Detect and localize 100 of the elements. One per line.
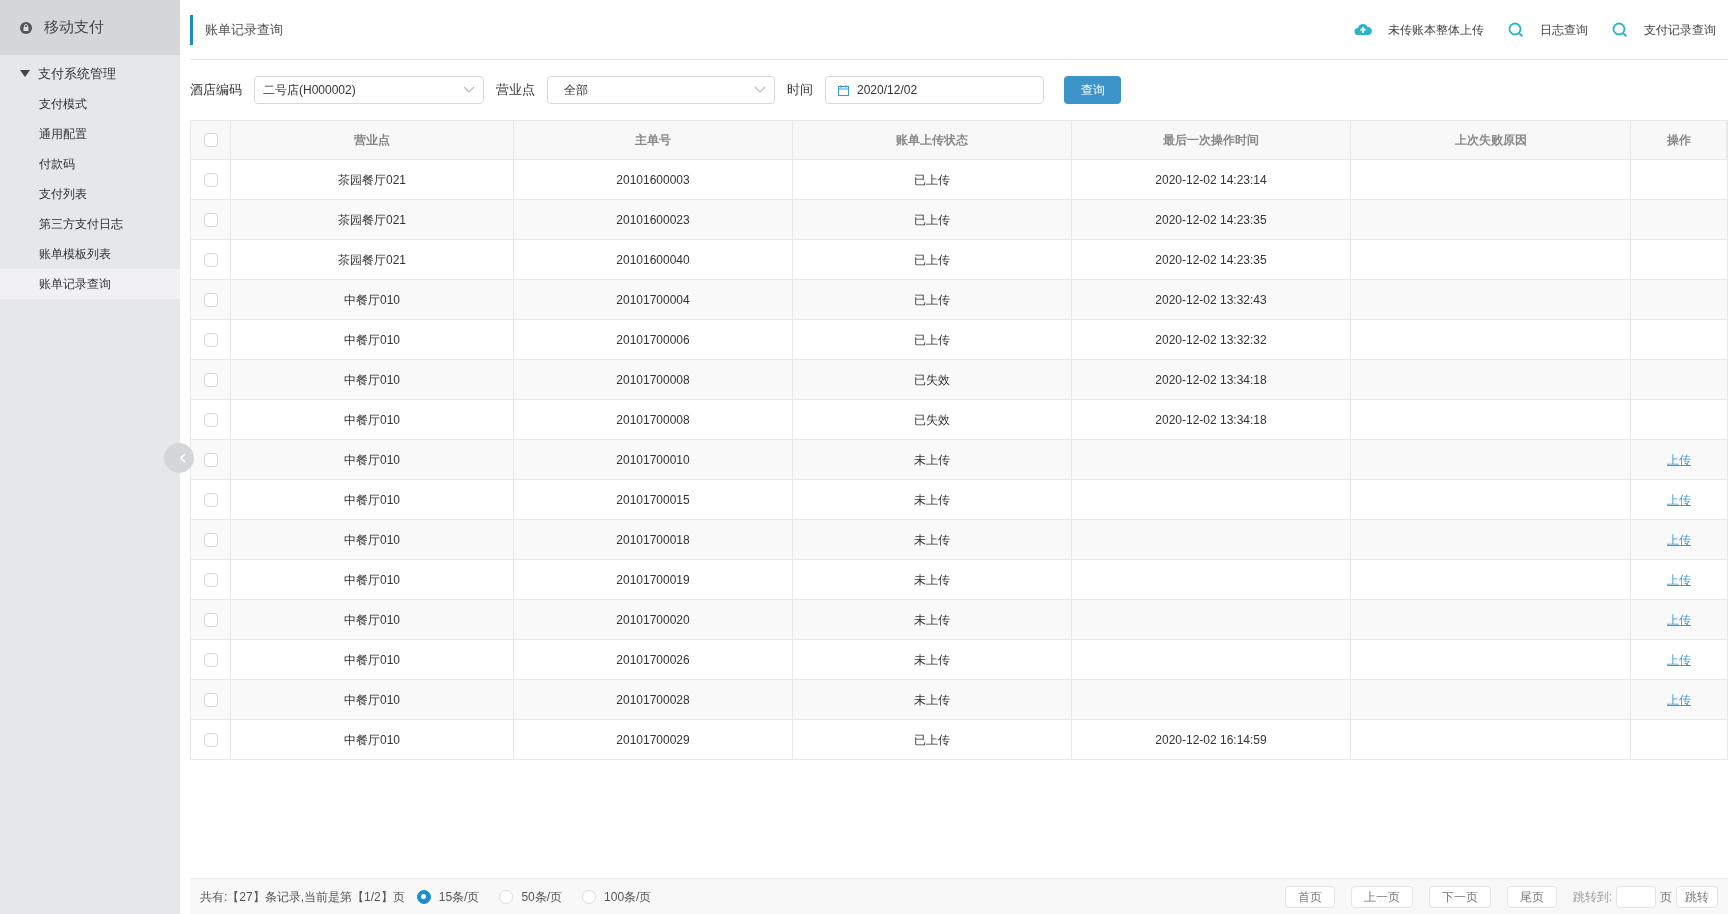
table-cell-text: 20101600023 xyxy=(616,211,690,229)
outlet-select[interactable]: 全部 xyxy=(547,76,775,104)
table-cell-text: 中餐厅010 xyxy=(344,331,400,349)
menu-group[interactable]: 支付系统管理 xyxy=(0,59,180,89)
table-cell-text: 20101700006 xyxy=(616,331,690,349)
table-cell-text: 2020-12-02 13:34:18 xyxy=(1155,411,1267,429)
checkbox[interactable] xyxy=(203,492,218,507)
app-icon xyxy=(20,21,32,34)
column-header: 账单上传状态 xyxy=(896,132,968,149)
column-header: 营业点 xyxy=(354,132,390,149)
table-cell-text: 已上传 xyxy=(914,731,950,749)
header-action[interactable]: 日志查询 xyxy=(1508,20,1588,39)
table-cell-text: 20101700015 xyxy=(616,491,690,509)
calendar-icon xyxy=(838,84,849,96)
checkbox[interactable] xyxy=(203,652,218,667)
table-cell-text: 20101700026 xyxy=(616,651,690,669)
checkbox[interactable] xyxy=(203,212,218,227)
page-unit: 页 xyxy=(1660,888,1672,906)
table-cell-text: 未上传 xyxy=(914,691,950,709)
page-title: 账单记录查询 xyxy=(205,20,283,39)
menu-item[interactable]: 支付模式 xyxy=(0,89,180,119)
table-cell-text: 茶园餐厅021 xyxy=(338,251,406,269)
menu-item[interactable]: 账单记录查询 xyxy=(0,269,180,299)
checkbox[interactable] xyxy=(203,532,218,547)
table-cell-text: 茶园餐厅021 xyxy=(338,171,406,189)
caret-icon xyxy=(20,70,30,78)
column-header: 操作 xyxy=(1666,132,1691,149)
page-button[interactable]: 上一页 xyxy=(1350,885,1413,908)
table-cell-text: 中餐厅010 xyxy=(344,651,400,669)
table-cell-text: 20101700018 xyxy=(616,531,690,549)
title-accent xyxy=(190,14,193,45)
date-field[interactable]: 2020/12/02 xyxy=(825,76,1044,104)
table-cell-text: 已失效 xyxy=(914,411,950,429)
table-cell-text: 中餐厅010 xyxy=(344,731,400,749)
table-cell-text: 茶园餐厅021 xyxy=(338,211,406,229)
table-cell-text: 中餐厅010 xyxy=(344,411,400,429)
table-cell-text: 中餐厅010 xyxy=(344,291,400,309)
page-button[interactable]: 尾页 xyxy=(1506,885,1557,908)
table-cell-text: 未上传 xyxy=(914,451,950,469)
table-cell-text: 20101700010 xyxy=(616,451,690,469)
table-cell-text: 20101600003 xyxy=(616,171,690,189)
checkbox[interactable] xyxy=(203,412,218,427)
hotel-select[interactable]: 二号店(H000002) xyxy=(254,76,484,104)
checkbox[interactable] xyxy=(203,612,218,627)
table-cell-text: 2020-12-02 13:34:18 xyxy=(1155,371,1267,389)
table-cell-text: 20101700008 xyxy=(616,371,690,389)
record-summary: 共有:【27】条记录,当前是第【1/2】页 xyxy=(200,888,405,906)
checkbox[interactable] xyxy=(203,292,218,307)
menu-item[interactable]: 付款码 xyxy=(0,149,180,179)
table-cell-text: 已上传 xyxy=(914,171,950,189)
table-cell-text: 2020-12-02 14:23:35 xyxy=(1155,211,1267,229)
table-cell-text: 中餐厅010 xyxy=(344,451,400,469)
checkbox[interactable] xyxy=(203,692,218,707)
checkbox[interactable] xyxy=(203,172,218,187)
menu-group-label: 支付系统管理 xyxy=(38,65,116,84)
table-cell-text: 未上传 xyxy=(914,531,950,549)
table-cell-text: 20101700004 xyxy=(616,291,690,309)
page-size-option[interactable]: 50条/页 xyxy=(499,887,563,906)
header-action[interactable]: 未传账本整体上传 xyxy=(1354,20,1484,39)
table-cell-text: 未上传 xyxy=(914,491,950,509)
column-header: 主单号 xyxy=(635,132,671,149)
column-header: 最后一次操作时间 xyxy=(1163,132,1259,149)
table-cell-text: 未上传 xyxy=(914,571,950,589)
checkbox[interactable] xyxy=(203,452,218,467)
checkbox[interactable] xyxy=(203,572,218,587)
checkbox[interactable] xyxy=(203,732,218,747)
sidebar-title: 移动支付 xyxy=(44,17,104,38)
checkbox[interactable] xyxy=(203,133,218,147)
table-cell-text: 中餐厅010 xyxy=(344,611,400,629)
checkbox[interactable] xyxy=(203,252,218,267)
table-cell-text: 2020-12-02 13:32:43 xyxy=(1155,291,1267,309)
filter-label: 营业点 xyxy=(496,81,535,100)
page-input[interactable] xyxy=(1616,885,1656,908)
table-cell-text: 中餐厅010 xyxy=(344,691,400,709)
table-cell-text: 未上传 xyxy=(914,611,950,629)
table-cell-text: 20101600040 xyxy=(616,251,690,269)
table-cell-text: 已上传 xyxy=(914,251,950,269)
chevron-down-icon xyxy=(754,86,766,94)
menu-item[interactable]: 第三方支付日志 xyxy=(0,209,180,239)
table-cell-text: 已失效 xyxy=(914,371,950,389)
page-size-option[interactable]: 100条/页 xyxy=(582,887,652,906)
page-button[interactable]: 首页 xyxy=(1284,885,1335,908)
menu-item[interactable]: 通用配置 xyxy=(0,119,180,149)
page-button[interactable]: 下一页 xyxy=(1428,885,1491,908)
table-cell-text: 中餐厅010 xyxy=(344,491,400,509)
table-cell-text: 2020-12-02 13:32:32 xyxy=(1155,331,1267,349)
menu-item[interactable]: 账单模板列表 xyxy=(0,239,180,269)
checkbox[interactable] xyxy=(203,332,218,347)
table-cell-text: 已上传 xyxy=(914,331,950,349)
checkbox[interactable] xyxy=(203,372,218,387)
jump-button[interactable]: 跳转 xyxy=(1676,885,1718,908)
filter-label: 酒店编码 xyxy=(190,81,242,100)
menu-item[interactable]: 支付列表 xyxy=(0,179,180,209)
chevron-left-icon xyxy=(180,453,186,463)
header-action[interactable]: 支付记录查询 xyxy=(1612,20,1716,39)
table-cell-text: 2020-12-02 16:14:59 xyxy=(1155,731,1267,749)
table-cell-text: 20101700029 xyxy=(616,731,690,749)
jump-label: 跳转到: xyxy=(1572,888,1612,906)
page-size-option[interactable]: 15条/页 xyxy=(416,887,480,906)
table-cell-text: 20101700008 xyxy=(616,411,690,429)
